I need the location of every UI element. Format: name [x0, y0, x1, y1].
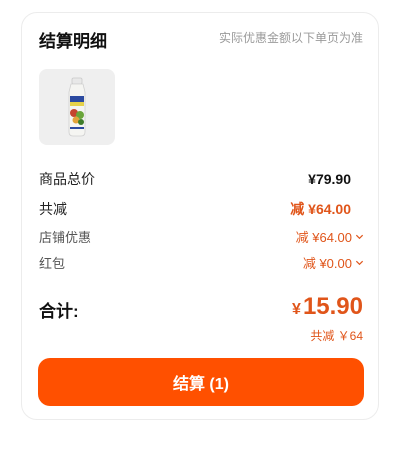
product-thumbnail[interactable]	[39, 69, 115, 145]
subtotal-value: ¥79.90	[308, 171, 351, 187]
total-value: 15.90	[302, 293, 363, 320]
chevron-down-icon	[355, 234, 364, 240]
red-packet-label: 红包	[39, 256, 66, 271]
total-saved: 共减 ￥64	[310, 329, 363, 343]
discount-total-value: 减 ¥64.00	[290, 201, 351, 217]
settlement-title: 结算明细	[39, 32, 107, 51]
chevron-down-icon	[355, 260, 364, 266]
subtotal-row: 商品总价 ¥79.90	[39, 169, 351, 189]
total-label: 合计:	[39, 302, 79, 321]
store-discount-label: 店铺优惠	[39, 230, 92, 245]
red-packet-row[interactable]: 红包 减 ¥0.00	[39, 253, 364, 272]
red-packet-value: 减 ¥0.00	[302, 256, 352, 271]
total-currency: ¥	[292, 301, 301, 318]
discount-note: 实际优惠金额以下单页为准	[218, 31, 363, 45]
store-discount-value-wrap[interactable]: 减 ¥64.00	[296, 227, 364, 246]
store-discount-row[interactable]: 店铺优惠 减 ¥64.00	[39, 227, 364, 246]
red-packet-value-wrap[interactable]: 减 ¥0.00	[303, 253, 364, 272]
store-discount-value: 减 ¥64.00	[295, 230, 352, 245]
total-amount: ¥ 15.90	[292, 293, 363, 321]
beverage-bottle-icon	[68, 77, 86, 137]
settlement-card: 结算明细 实际优惠金额以下单页为准 商品总价 ¥79.90 共减 减 ¥64.0…	[21, 12, 379, 420]
checkout-button[interactable]: 结算 (1)	[38, 358, 364, 406]
discount-total-row: 共减 减 ¥64.00	[39, 199, 351, 219]
subtotal-label: 商品总价	[39, 171, 95, 187]
discount-total-label: 共减	[39, 201, 67, 217]
